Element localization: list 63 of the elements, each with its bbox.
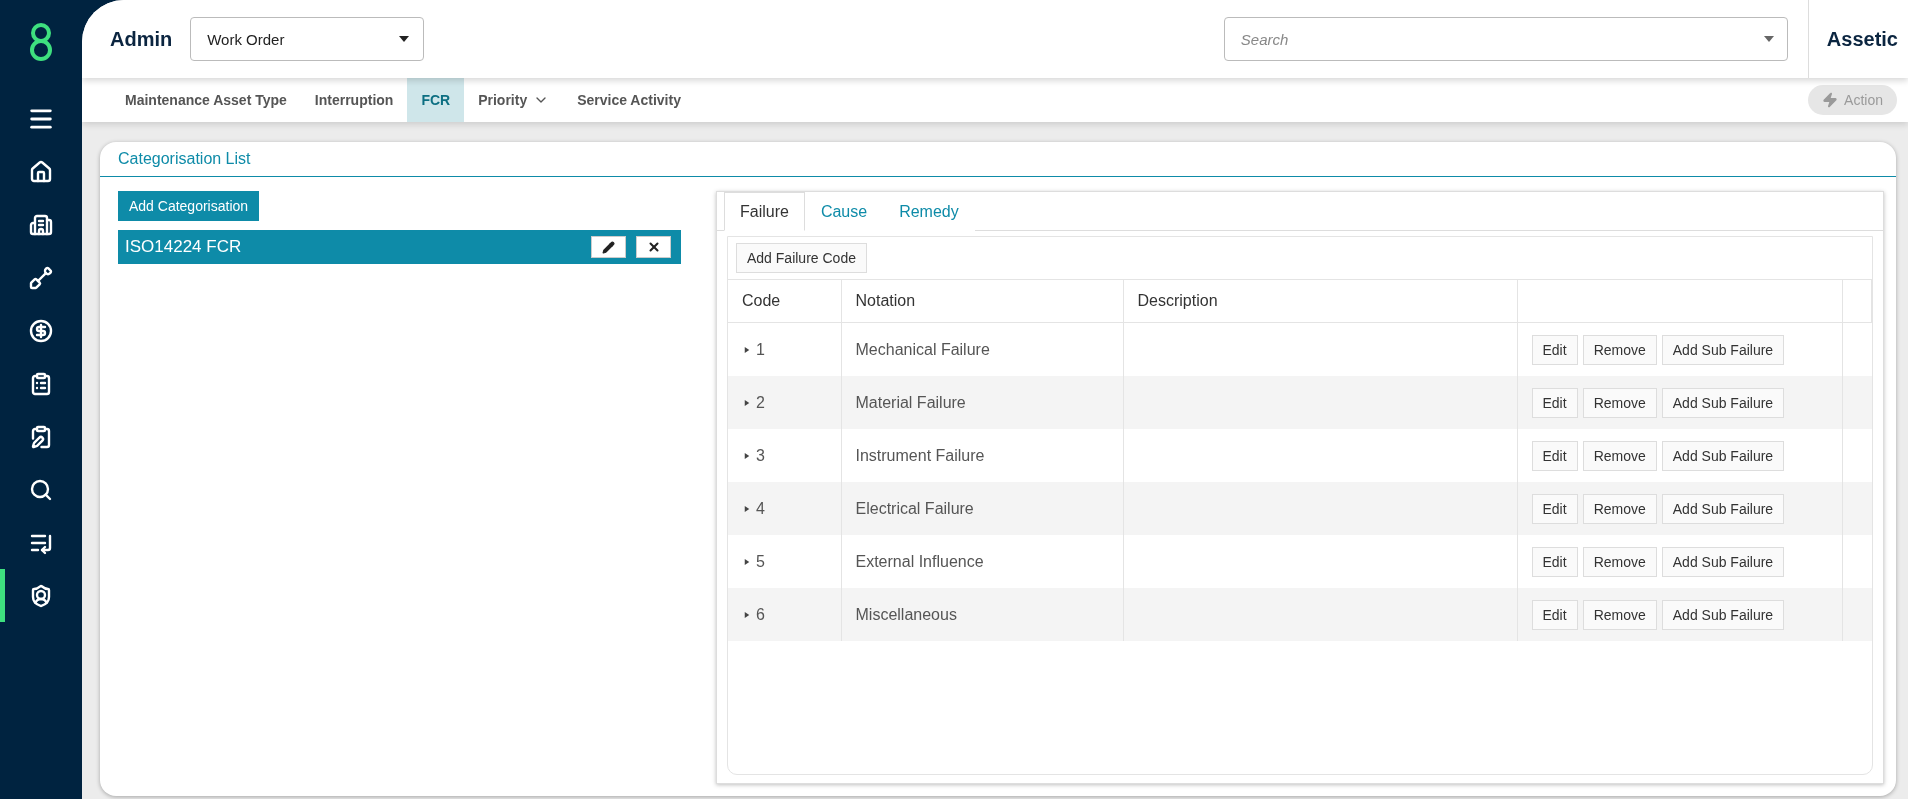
detail-tab[interactable]: Remedy [883,192,975,231]
search-icon [29,477,53,502]
categorisation-item[interactable]: ISO14224 FCR [118,230,681,264]
triangle-right-icon[interactable] [744,399,750,407]
delete-button[interactable] [636,236,671,258]
triangle-right-icon[interactable] [744,611,750,619]
row-action-button[interactable]: Edit [1531,599,1578,630]
column-header: Description [1123,280,1517,323]
categorisation-name: ISO14224 FCR [125,237,242,257]
edit-button[interactable] [591,236,626,258]
card-title: Categorisation List [100,142,1896,177]
building-icon [29,212,53,237]
nav-tab[interactable]: FCR [407,78,465,122]
row-action-button[interactable]: Remove [1582,599,1657,630]
detail-tab[interactable]: Failure [724,192,805,231]
row-action-button[interactable]: Add Sub Failure [1661,440,1785,471]
row-action-button[interactable]: Remove [1582,334,1657,365]
pencil-icon [602,240,615,254]
row-action-button[interactable]: Add Sub Failure [1661,334,1785,365]
add-categorisation-button[interactable]: Add Categorisation [118,191,260,221]
nav-tab[interactable]: Maintenance Asset Type [111,78,301,122]
row-action-button[interactable]: Edit [1531,334,1578,365]
section-title: Admin [110,27,173,51]
row-action-button[interactable]: Remove [1582,440,1657,471]
column-header: Code [728,280,841,323]
nav-tab[interactable]: Interruption [300,78,408,122]
nav-tab[interactable]: Priority [464,78,564,122]
caret-icon [399,36,410,42]
code-text: 2 [756,394,765,412]
dollar-circle-icon [29,318,53,343]
code-text: 5 [756,553,765,571]
row-action-button[interactable]: Add Sub Failure [1661,387,1785,418]
notation-cell: Miscellaneous [841,588,1123,641]
row-action-button[interactable]: Edit [1531,440,1578,471]
detail-tab[interactable]: Cause [804,192,884,231]
add-failure-code-button[interactable]: Add Failure Code [736,243,867,273]
row-action-button[interactable]: Edit [1531,493,1578,524]
shield-user-icon [29,583,53,608]
lightning-icon [1822,92,1839,108]
triangle-right-icon[interactable] [744,346,750,354]
code-text: 4 [756,500,765,518]
row-action-button[interactable]: Edit [1531,546,1578,577]
row-action-button[interactable]: Remove [1582,493,1657,524]
row-action-button[interactable]: Add Sub Failure [1661,546,1785,577]
row-action-button[interactable]: Remove [1582,546,1657,577]
triangle-right-icon[interactable] [744,558,750,566]
search-field[interactable]: Search [1223,17,1788,61]
row-action-button[interactable]: Add Sub Failure [1661,493,1785,524]
row-action-button[interactable]: Remove [1582,387,1657,418]
code-text: 6 [756,606,765,624]
module-select[interactable]: Work Order [190,17,425,61]
clipboard-edit-icon [29,424,53,449]
triangle-right-icon[interactable] [744,505,750,513]
row-action-button[interactable]: Edit [1531,387,1578,418]
triangle-right-icon[interactable] [744,452,750,460]
home-icon [29,159,53,184]
nav-tab[interactable]: Service Activity [563,78,695,122]
close-icon [646,240,661,254]
row-action-button[interactable]: Add Sub Failure [1661,599,1785,630]
code-text: 1 [756,341,765,359]
caret-icon [1763,36,1774,42]
code-text: 3 [756,447,765,465]
column-header: Notation [841,280,1123,323]
